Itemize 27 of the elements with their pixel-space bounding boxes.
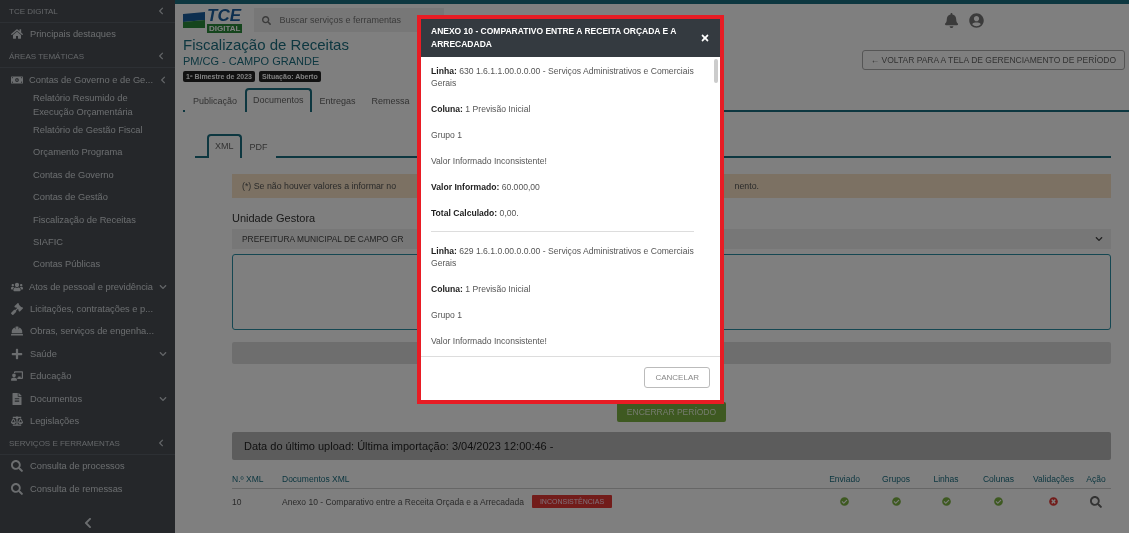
modal-text: Coluna: 1 Previsão Inicial: [431, 283, 532, 295]
modal-text: Grupo 1: [431, 309, 464, 321]
warning-text: (*) Se não houver valores a informar no: [242, 181, 397, 191]
upload-info: Data do último upload: Última importação: 3/04/2023 12:00:46 -: [232, 432, 1111, 460]
table-cell: Anexo 10 - Comparativo entre a Receita Orçada e a Arrecadada: [282, 496, 524, 507]
column-header: Linhas: [921, 470, 971, 489]
logo: TCE DIGITAL: [183, 7, 243, 33]
column-header: Ação: [1081, 470, 1111, 489]
page-title: Fiscalização de Receitas: [183, 36, 349, 53]
column-header: Validações: [1026, 470, 1081, 489]
modal-text: Total Calculado: 0,00.: [431, 207, 520, 219]
modal-text: Linha: 629 1.6.1.0.00.0.0.00 - Serviços Administrativos e Comerciais Gerais: [431, 245, 694, 269]
modal-text: Linha: 630 1.6.1.1.00.0.0.00 - Serviços Administrativos e Comerciais Gerais: [431, 65, 694, 89]
column-header: Colunas: [971, 470, 1026, 489]
modal-text: Grupo 1: [431, 129, 464, 141]
modal-text: Valor Informado Inconsistente!: [431, 155, 548, 167]
column-header: Documentos XML: [282, 470, 818, 489]
column-header: N.º XML: [232, 470, 282, 489]
page-subtitle: PM/CG - CAMPO GRANDE: [183, 55, 321, 67]
column-header: Enviado: [818, 470, 871, 489]
table-cell-text: 10: [232, 495, 243, 509]
field-label: Unidade Gestora: [232, 212, 316, 224]
modal-text: Coluna: 1 Previsão Inicial: [431, 103, 532, 115]
modal-text: Valor Informado Inconsistente!: [431, 335, 548, 347]
modal-text: Valor Informado: 60.000,00: [431, 181, 541, 193]
warning-text: nento.: [734, 181, 759, 191]
column-header: Grupos: [871, 470, 921, 489]
